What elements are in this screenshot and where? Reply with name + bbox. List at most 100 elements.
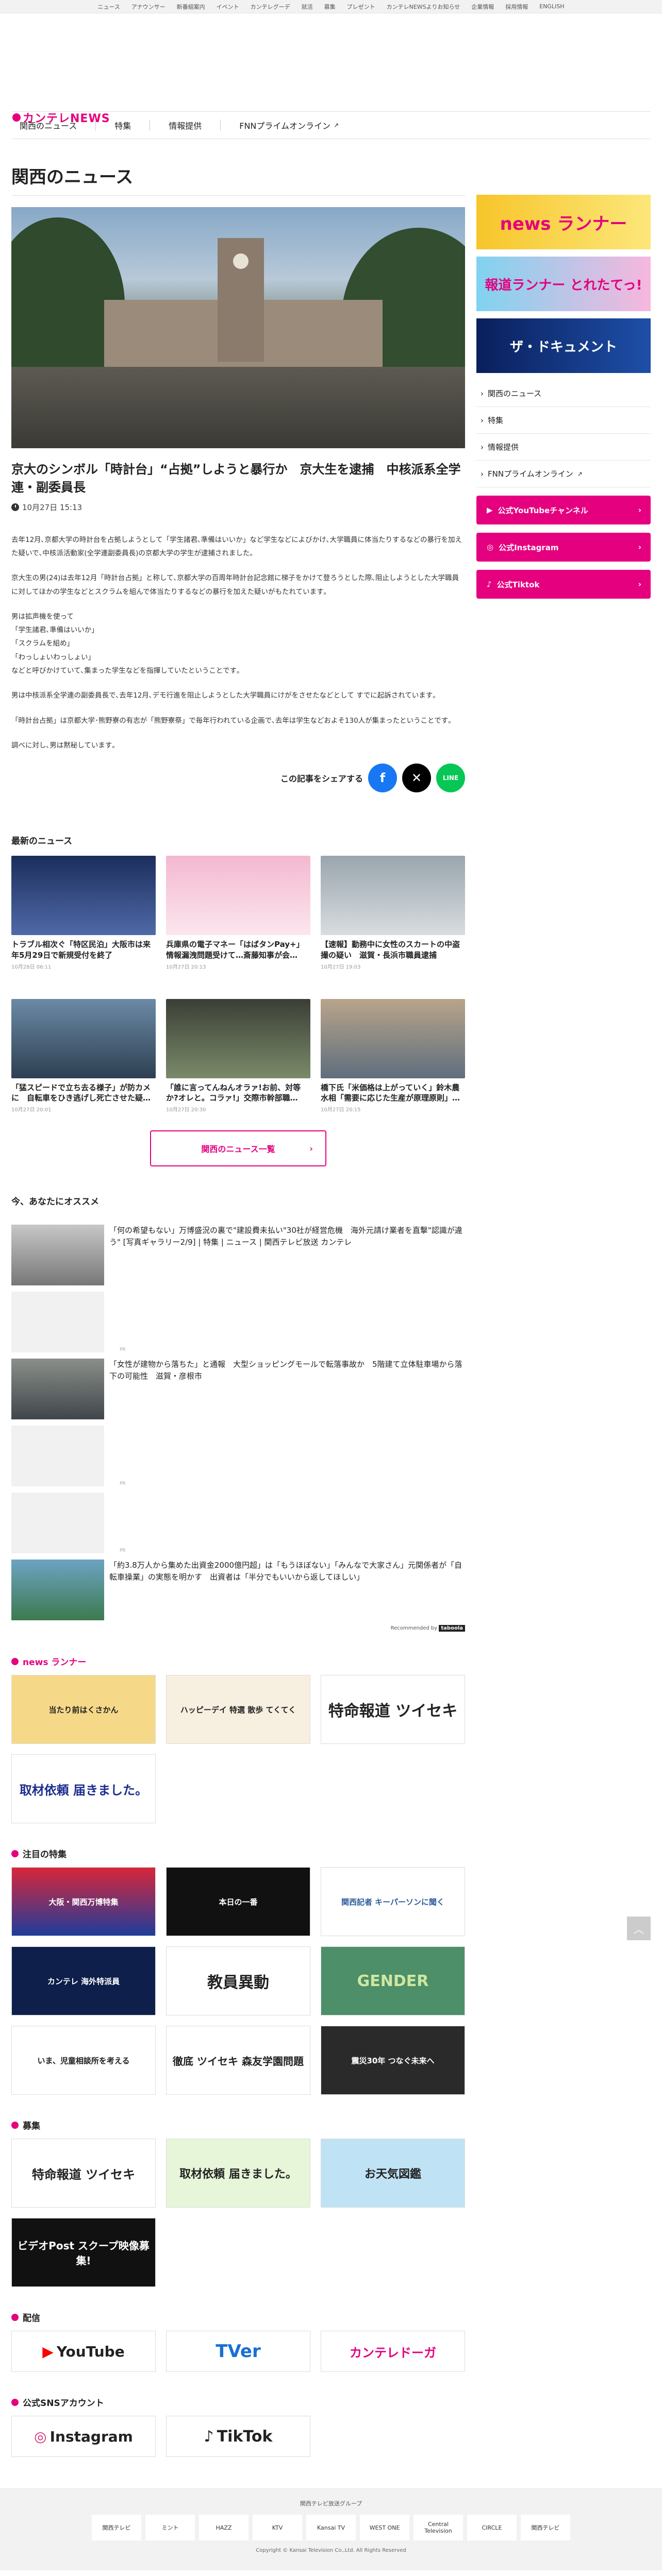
site-logo[interactable]: カンテレNEWS: [12, 109, 110, 126]
chevron-right-icon: ›: [309, 1143, 313, 1154]
instagram-icon: ◎: [34, 2428, 47, 2445]
recommend-thumbnail: [11, 1225, 104, 1286]
news-card[interactable]: トラブル相次ぐ「特区民泊」大阪市は来年5月29日で新規受付を終了 10月28日 …: [11, 856, 156, 970]
recommend-thumbnail: [11, 1359, 104, 1420]
chevron-right-icon: ›: [481, 469, 484, 479]
recommend-item[interactable]: 「何の希望もない」万博盛況の裏で"建設費未払い"30社が経営危機 海外元請け業者…: [11, 1222, 465, 1289]
runner-banner[interactable]: 特命報道 ツイセキ: [321, 1675, 465, 1744]
feature-banner[interactable]: 徹底 ツイセキ 森友学園問題: [166, 2026, 310, 2095]
tiktok-banner[interactable]: ♪ TikTok: [166, 2416, 310, 2458]
topbar-link[interactable]: 就活: [302, 3, 313, 11]
pr-label: PR: [120, 1548, 126, 1554]
recommend-item[interactable]: 「約3.8万人から集めた出資金2000億円超」は「もうほぼない」「みんなで大家さ…: [11, 1556, 465, 1623]
recommend-item[interactable]: 「女性が建物から落ちた」と通報 大型ショッピングモールで転落事故か 5階建て立体…: [11, 1355, 465, 1422]
youtube-icon: ▶: [42, 2343, 54, 2360]
topbar-link[interactable]: ENGLISH: [539, 3, 564, 10]
recommend-item[interactable]: PR: [11, 1422, 465, 1489]
recruit-banner[interactable]: ビデオPost スクープ映像募集!: [11, 2218, 156, 2287]
news-card[interactable]: 兵庫県の電子マネー「はばタンPay+」情報漏洩問題受けて…斎藤知事が会… 10月…: [166, 856, 310, 970]
tiktok-button[interactable]: ♪ 公式Tiktok ›: [476, 570, 651, 599]
sidebar: news ランナー 報道ランナー とれたてっ! ザ・ドキュメント › 関西のニュー…: [476, 195, 651, 2457]
latest-news-title: 最新のニュース: [11, 836, 73, 847]
feature-banner[interactable]: いま、児童相談所を考える: [11, 2026, 156, 2095]
clock-icon: [11, 503, 19, 511]
x-share-button[interactable]: ✕: [402, 764, 431, 793]
runner-banners: 当たり前はくさかん ハッピーデイ 特選 散歩 てくてく 特命報道 ツイセキ 取材…: [11, 1675, 465, 1824]
news-thumbnail: [11, 998, 156, 1078]
group-logo[interactable]: CIRCLE: [467, 2515, 517, 2541]
feature-banner[interactable]: 大阪・関西万博特集: [11, 1867, 156, 1937]
recommend-item[interactable]: PR: [11, 1289, 465, 1355]
news-thumbnail: [321, 856, 465, 936]
recruit-banner[interactable]: 取材依頼 届きました。: [166, 2139, 310, 2208]
feature-banner[interactable]: カンテレ 海外特派員: [11, 1946, 156, 2016]
recruit-banner[interactable]: お天気図鑑: [321, 2139, 465, 2208]
article-headline: 京大のシンボル「時計台」“占拠”しようと暴行か 京大生を逮捕 中核派系全学連・副…: [11, 462, 461, 495]
news-card[interactable]: 「誰に言ってんねんオラァ!お前、対等か?オレと。コラァ!」交際市幹部職… 10月…: [166, 998, 310, 1113]
recommend-thumbnail: [11, 1493, 104, 1554]
news-card[interactable]: 【速報】勤務中に女性のスカートの中盗撮の疑い 滋賀・長浜市職員逮捕 10月27日…: [321, 856, 465, 970]
group-logo[interactable]: HAZZ: [199, 2515, 249, 2541]
group-logo[interactable]: 関西テレビ: [521, 2515, 570, 2541]
recommend-list: 「何の希望もない」万博盛況の裏で"建設費未払い"30社が経営危機 海外元請け業者…: [11, 1222, 465, 1632]
news-card[interactable]: 橋下氏「米価格は上がっていく」鈴木農水相「需要に応じた生産が原理原則」… 10月…: [321, 998, 465, 1113]
pin-icon: [11, 2313, 19, 2321]
feature-banner[interactable]: GENDER: [321, 1946, 465, 2016]
topbar-link[interactable]: アナウンサー: [131, 3, 166, 11]
side-banner-toretate[interactable]: 報道ランナー とれたてっ!: [476, 257, 651, 311]
line-share-button[interactable]: LINE: [436, 764, 465, 793]
runner-banner[interactable]: ハッピーデイ 特選 散歩 てくてく: [166, 1675, 310, 1744]
news-card[interactable]: 「猛スピードで立ち去る様子」が防カメに 自転車をひき逃げし死亡させた疑… 10月…: [11, 998, 156, 1113]
tiktok-icon: ♪: [487, 580, 492, 589]
instagram-banner[interactable]: ◎ Instagram: [11, 2416, 156, 2458]
article-body: 去年12月､京都大学の時計台を占拠しようとして「学生諸君､準備はいいか」など学生…: [11, 533, 465, 753]
article-paragraph: 男は拡声機を使って 「学生諸君､準備はいいか」 「スクラムを組め」 「わっしょい…: [11, 612, 240, 675]
kansai-news-list-button[interactable]: 関西のニュース一覧 ›: [150, 1130, 326, 1167]
facebook-share-button[interactable]: f: [368, 764, 397, 793]
topbar-link[interactable]: プレゼント: [347, 3, 375, 11]
side-link-tips[interactable]: › 情報提供: [476, 434, 651, 461]
nav-item-fnn[interactable]: FNNプライムオンライン ↗: [221, 120, 357, 131]
pr-label: PR: [120, 1481, 126, 1487]
group-logos: 関西テレビ ミント HAZZ KTV Kansai TV WEST ONE Ce…: [0, 2515, 662, 2541]
pin-icon: [11, 1657, 19, 1665]
side-banner-news-runner[interactable]: news ランナー: [476, 195, 651, 249]
pr-label: PR: [120, 1347, 126, 1353]
group-logo[interactable]: 関西テレビ: [92, 2515, 141, 2541]
feature-banner[interactable]: 関西記者 キーパーソンに聞く: [321, 1867, 465, 1937]
feature-banner[interactable]: 震災30年 つなぐ未来へ: [321, 2026, 465, 2095]
runner-banner[interactable]: 取材依頼 届きました。: [11, 1754, 156, 1824]
kantele-douga-banner[interactable]: カンテレドーガ: [321, 2331, 465, 2372]
line-icon: LINE: [442, 774, 459, 782]
group-logo[interactable]: KTV: [253, 2515, 302, 2541]
group-logo[interactable]: WEST ONE: [360, 2515, 409, 2541]
article-hero-image: [11, 207, 465, 448]
topbar-link[interactable]: 新番組案内: [177, 3, 205, 11]
recruit-banner[interactable]: 特命報道 ツイセキ: [11, 2139, 156, 2208]
feature-banner[interactable]: 教員異動: [166, 1946, 310, 2016]
recommend-item[interactable]: PR: [11, 1489, 465, 1556]
group-logo[interactable]: Central Television: [413, 2515, 463, 2541]
group-logo[interactable]: Kansai TV: [306, 2515, 356, 2541]
topbar-link[interactable]: 企業情報: [471, 3, 494, 11]
youtube-banner[interactable]: ▶ YouTube: [11, 2331, 156, 2372]
topbar-link[interactable]: イベント: [217, 3, 239, 11]
side-link-features[interactable]: › 特集: [476, 407, 651, 434]
topbar-link[interactable]: カンテレNEWSよりお知らせ: [387, 3, 460, 11]
nav-item-tips[interactable]: 情報提供: [150, 120, 221, 131]
youtube-channel-button[interactable]: ▶ 公式YouTubeチャンネル ›: [476, 496, 651, 524]
feature-banner[interactable]: 本日の一番: [166, 1867, 310, 1937]
runner-banner[interactable]: 当たり前はくさかん: [11, 1675, 156, 1744]
side-link-kansai-news[interactable]: › 関西のニュース: [476, 380, 651, 407]
topbar-link[interactable]: カンテレグーデ: [251, 3, 290, 11]
topbar-link[interactable]: ニュース: [97, 3, 120, 11]
distribution-banners: ▶ YouTube TVer カンテレドーガ: [11, 2331, 465, 2372]
topbar-link[interactable]: 募集: [324, 3, 336, 11]
group-logo[interactable]: ミント: [145, 2515, 195, 2541]
back-to-top-button[interactable]: ︿: [627, 1917, 651, 1940]
topbar-link[interactable]: 採用情報: [505, 3, 528, 11]
tver-banner[interactable]: TVer: [166, 2331, 310, 2372]
instagram-button[interactable]: ◎ 公式Instagram ›: [476, 533, 651, 562]
side-link-fnn[interactable]: › FNNプライムオンライン ↗: [476, 461, 651, 487]
side-banner-document[interactable]: ザ・ドキュメント: [476, 318, 651, 373]
